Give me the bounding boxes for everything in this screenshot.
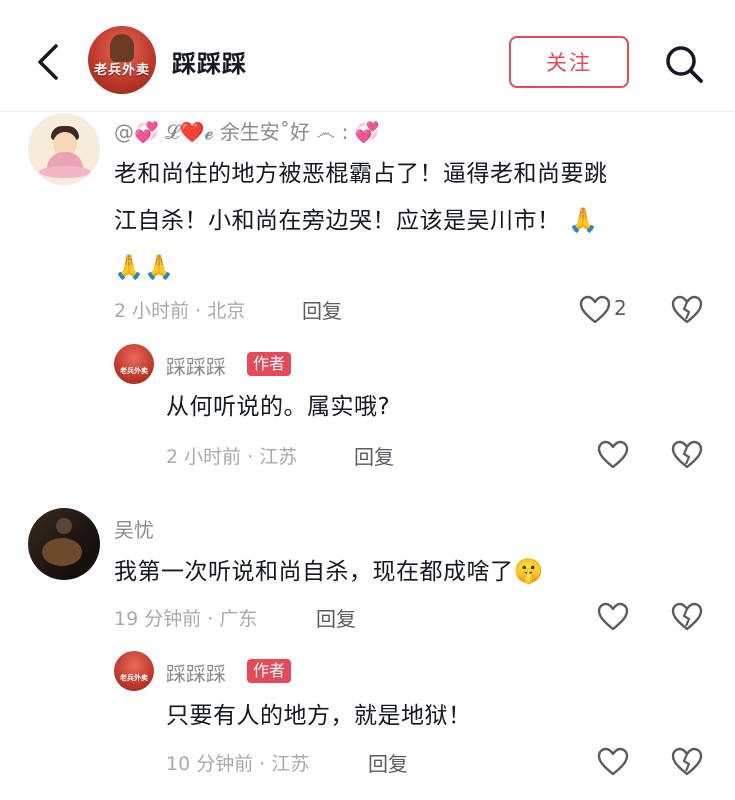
reply-button[interactable]: 回复 [368, 748, 408, 777]
like-button[interactable] [596, 746, 630, 778]
comment-text-line: 🙏🙏 [114, 244, 714, 291]
heart-icon [597, 440, 629, 469]
reply-time-location: 2 小时前 · 江苏 [166, 446, 298, 468]
heart-icon [579, 295, 611, 324]
back-button[interactable] [28, 38, 68, 86]
comment-text: 我第一次听说和尚自杀，现在都成啥了🤫 [114, 548, 714, 595]
reply-username[interactable]: 踩踩踩 [166, 658, 226, 687]
avatar-logo-text: 老兵外卖 [120, 367, 148, 375]
comment-text-line: 老和尚住的地方被恶棍霸占了！逼得老和尚要跳 [114, 161, 608, 187]
comment-text-content: 我第一次听说和尚自杀，现在都成啥了 [114, 559, 514, 585]
chevron-left-icon [38, 44, 58, 80]
dislike-button[interactable] [670, 294, 704, 326]
account-avatar[interactable]: 老兵外卖 [88, 26, 156, 94]
dislike-button[interactable] [670, 439, 704, 471]
reply-text: 从何听说的。属实哦? [166, 394, 391, 420]
like-button[interactable] [596, 439, 630, 471]
comment-time-location: 19 分钟前 · 广东 [114, 608, 258, 630]
comment-time-location: 2 小时前 · 北京 [114, 300, 246, 322]
commenter-avatar[interactable] [28, 508, 100, 580]
like-button[interactable] [578, 294, 612, 326]
comment-text-line: 江自杀！小和尚在旁边哭！应该是吴川市！ 🙏 [114, 197, 714, 244]
avatar-figure [110, 34, 134, 62]
heart-icon [597, 602, 629, 631]
top-bar: 老兵外卖 踩踩踩 关注 [0, 0, 735, 112]
reply-time-location: 10 分钟前 · 江苏 [166, 753, 310, 775]
avatar-logo-text: 老兵外卖 [120, 674, 148, 682]
account-name[interactable]: 踩踩踩 [172, 44, 247, 79]
commenter-username[interactable]: 吴忧 [114, 514, 154, 543]
reply-button[interactable]: 回复 [302, 295, 342, 324]
like-button[interactable] [596, 601, 630, 633]
commenter-username[interactable]: @💞 𝓛❤️𝓮 余生安˚好 ෴ : 💞 [114, 116, 380, 145]
reply-username[interactable]: 踩踩踩 [166, 351, 226, 380]
author-avatar[interactable]: 老兵外卖 [114, 651, 154, 691]
pray-emoji: 🙏 [568, 206, 599, 234]
comment-text-line-content: 江自杀！小和尚在旁边哭！应该是吴川市！ [114, 208, 561, 234]
comment-text: 老和尚住的地方被恶棍霸占了！逼得老和尚要跳 江自杀！小和尚在旁边哭！应该是吴川市… [114, 151, 714, 291]
dislike-button[interactable] [670, 601, 704, 633]
avatar-logo-text: 老兵外卖 [93, 63, 150, 78]
reply-text: 只要有人的地方，就是地狱！ [166, 703, 472, 729]
broken-heart-icon [671, 602, 703, 631]
commenter-avatar[interactable] [28, 113, 100, 185]
author-badge: 作者 [247, 659, 292, 683]
pray-emoji: 🙏 [114, 253, 145, 281]
reply-button[interactable]: 回复 [316, 603, 356, 632]
reply-button[interactable]: 回复 [354, 441, 394, 470]
follow-button[interactable]: 关注 [509, 36, 629, 88]
pray-emoji: 🙏 [144, 253, 175, 281]
dislike-button[interactable] [670, 746, 704, 778]
broken-heart-icon [671, 295, 703, 324]
like-count: 2 [614, 296, 627, 320]
author-avatar[interactable]: 老兵外卖 [114, 344, 154, 384]
shush-emoji: 🤫 [513, 557, 544, 585]
broken-heart-icon [671, 747, 703, 776]
author-badge: 作者 [247, 352, 292, 376]
search-icon [666, 46, 703, 83]
search-button[interactable] [660, 40, 708, 88]
heart-icon [597, 747, 629, 776]
broken-heart-icon [671, 440, 703, 469]
